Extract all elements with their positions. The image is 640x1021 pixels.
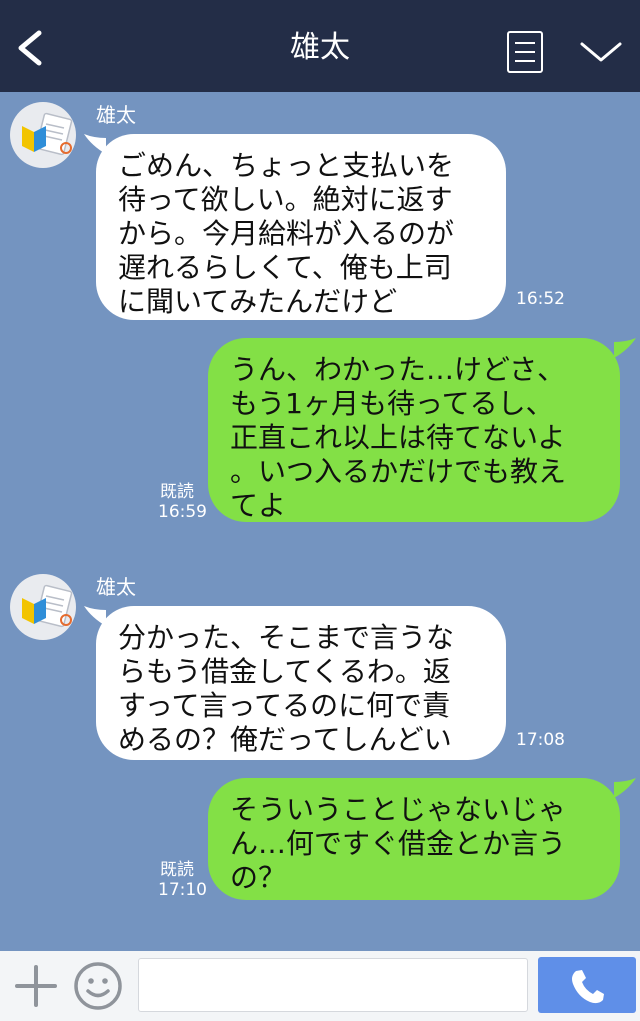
message-time: 16:52 (516, 289, 565, 309)
expand-button[interactable] (578, 38, 624, 66)
message-time: 17:08 (516, 730, 565, 750)
smiley-icon (74, 962, 122, 1010)
incoming-message-bubble[interactable]: ごめん、ちょっと支払いを 待って欲しい。絶対に返す から。今月給料が入るのが 遅… (96, 134, 506, 320)
chat-header: 雄太 (0, 0, 640, 92)
add-attachment-button[interactable] (14, 964, 58, 1008)
beginner-mark-icon (22, 112, 73, 156)
plus-icon (15, 965, 57, 1007)
chevron-down-icon (580, 42, 622, 62)
call-button[interactable] (538, 957, 636, 1013)
message-time: 17:10 (158, 880, 207, 900)
chat-title: 雄太 (290, 30, 350, 65)
incoming-message-bubble[interactable]: 分かった、そこまで言うな らもう借金してくるわ。返 すって言ってるのに何で責 め… (96, 606, 506, 760)
outgoing-message-bubble[interactable]: うん、わかった…けどさ、 もう1ヶ月も待ってるし、 正直これ以上は待てないよ 。… (208, 338, 620, 522)
beginner-mark-icon (22, 584, 73, 628)
read-receipt: 既読 (160, 860, 194, 880)
outgoing-message-bubble[interactable]: そういうことじゃないじゃ ん…何ですぐ借金とか言う の？ (208, 778, 620, 900)
message-time: 16:59 (158, 502, 207, 522)
emoji-button[interactable] (73, 961, 123, 1011)
sender-name: 雄太 (96, 575, 136, 599)
bubble-tail (614, 338, 636, 358)
phone-icon (572, 970, 604, 1004)
chat-area[interactable]: 雄太 ごめん、ちょっと支払いを 待って欲しい。絶対に返す から。今月給料が入るの… (0, 92, 640, 951)
contact-avatar[interactable] (10, 102, 76, 168)
sender-name: 雄太 (96, 103, 136, 127)
contact-avatar[interactable] (10, 574, 76, 640)
read-receipt: 既読 (160, 482, 194, 502)
message-input[interactable] (138, 958, 528, 1012)
menu-button[interactable] (507, 31, 543, 73)
bubble-tail (614, 778, 636, 798)
